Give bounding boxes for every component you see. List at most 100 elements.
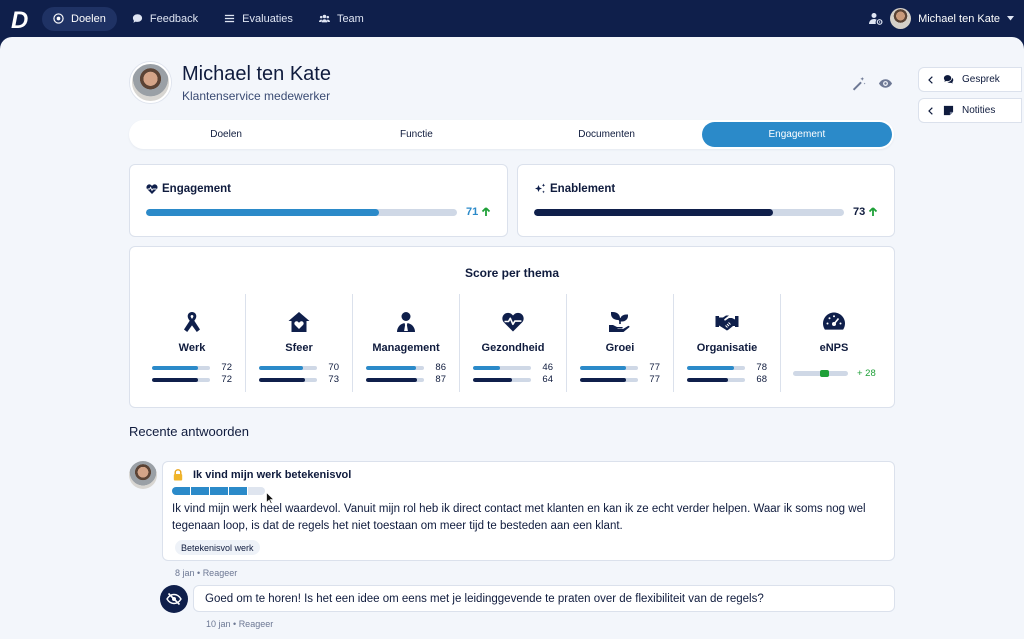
magic-wand-icon[interactable] [851,76,866,91]
score-bar-fill [687,365,734,370]
score-bar [152,365,210,370]
theme-score-title: Score per thema [464,266,560,280]
profile-actions [851,76,893,91]
score-value: 64 [542,374,553,385]
enablement-bar-fill [534,209,773,216]
reply-link[interactable]: Reageer [239,619,274,629]
score-segment [229,487,247,495]
app-logo[interactable]: D [10,7,34,34]
user-settings-icon[interactable] [869,12,883,25]
engagement-bar-fill [146,209,380,216]
theme-management[interactable]: Management 86 87 [352,294,459,392]
score-value: 46 [542,362,553,373]
notities-label: Notities [962,105,996,116]
score-value: 78 [756,362,767,373]
score-bar [473,377,531,382]
score-value: 68 [756,374,767,385]
home-heart-icon [288,312,310,332]
score-bar [366,377,424,382]
theme-score-row: 73 [259,374,339,385]
theme-organisatie[interactable]: Organisatie 78 68 [673,294,780,392]
answer-avatar [129,461,157,489]
arrow-up-icon [869,207,878,216]
theme-score-row: 64 [473,374,553,385]
theme-sfeer[interactable]: Sfeer 70 73 [245,294,352,392]
enablement-label: Enablement [550,183,616,195]
theme-score-row: 72 [152,374,232,385]
nav-item-feedback[interactable]: Feedback [121,7,209,31]
engagement-title: Engagement [146,183,231,195]
reply-date: 10 jan [206,619,231,629]
user-menu[interactable]: Michael ten Kate [869,8,1014,29]
score-bar-fill [152,377,199,382]
profile-role: Klantenservice medewerker [182,88,331,103]
top-navigation-bar: D Doelen Feedback Evaluaties Team Michae… [0,0,1024,37]
lock-icon [173,469,183,481]
answer-text: Ik vind mijn werk heel waardevol. Vanuit… [172,503,866,532]
user-name: Michael ten Kate [918,12,1000,25]
eye-icon[interactable] [878,76,893,91]
score-value: 72 [221,362,232,373]
nav-item-evaluaties[interactable]: Evaluaties [213,7,304,31]
theme-gezondheid[interactable]: Gezondheid 46 64 [459,294,566,392]
gesprek-button[interactable]: Gesprek [918,67,1022,92]
nav-item-team[interactable]: Team [308,7,375,31]
score-segment [210,487,228,495]
enps-marker [820,370,829,377]
score-bar [366,365,424,370]
nav-item-doelen[interactable]: Doelen [42,6,117,31]
theme-score-card: Score per thema Werk 72 72 Sfeer 70 73 M… [129,246,895,408]
caret-down-icon[interactable] [1007,16,1014,21]
theme-score-row: 87 [366,374,446,385]
score-bar [152,377,210,382]
theme-name: Werk [178,342,206,354]
theme-name: Gezondheid [481,342,545,354]
user-avatar[interactable] [890,8,912,29]
answer-meta: 8 jan • Reageer [175,568,238,578]
theme-name: Sfeer [285,342,313,354]
answer-tag[interactable]: Betekenisvol werk [175,540,260,555]
score-value: 86 [435,362,446,373]
handshake-icon [715,315,739,331]
eye-slash-icon [166,592,182,606]
score-value: 73 [328,374,339,385]
score-bar [473,365,531,370]
profile-tabs: Doelen Functie Documenten Engagement [129,120,894,149]
tab-functie[interactable]: Functie [321,122,511,147]
nav-item-label: Doelen [71,12,106,25]
theme-groei[interactable]: Groei 77 77 [566,294,673,392]
nav-item-label: Feedback [149,12,199,25]
tab-documenten[interactable]: Documenten [512,122,702,147]
tab-engagement[interactable]: Engagement [701,122,892,147]
chevron-left-icon [928,106,933,115]
score-bar-fill [687,377,728,382]
theme-score-row: 68 [687,374,767,385]
gesprek-label: Gesprek [962,74,1000,85]
score-bar-fill [580,377,627,382]
answer-date: 8 jan [175,568,195,578]
reply-meta: 10 jan • Reageer [206,619,274,629]
reply-link[interactable]: Reageer [203,568,238,578]
theme-score-row: 78 [687,362,767,373]
target-icon [53,13,64,24]
nav-item-label: Team [336,12,364,25]
theme-werk[interactable]: Werk 72 72 [139,294,245,392]
profile-avatar [130,62,171,103]
theme-name: eNPS [819,342,849,354]
notities-button[interactable]: Notities [918,98,1022,123]
score-segment-empty [248,487,265,495]
ribbon-icon [184,312,200,332]
enps-value: + 28 [857,368,876,379]
score-bar-fill [259,377,306,382]
sparkles-icon [535,183,546,194]
chat-icon [943,75,954,84]
score-bar-fill [366,377,418,382]
seedling-icon [609,312,630,332]
engagement-value: 71 [466,206,479,218]
enablement-bar [534,209,844,216]
theme-enps[interactable]: eNPS + 28 [780,294,887,392]
tab-doelen[interactable]: Doelen [131,122,321,147]
profile-name: Michael ten Kate [182,62,331,85]
engagement-score: 71 [466,206,491,218]
reply-text: Goed om te horen! Is het een idee om een… [205,593,764,605]
